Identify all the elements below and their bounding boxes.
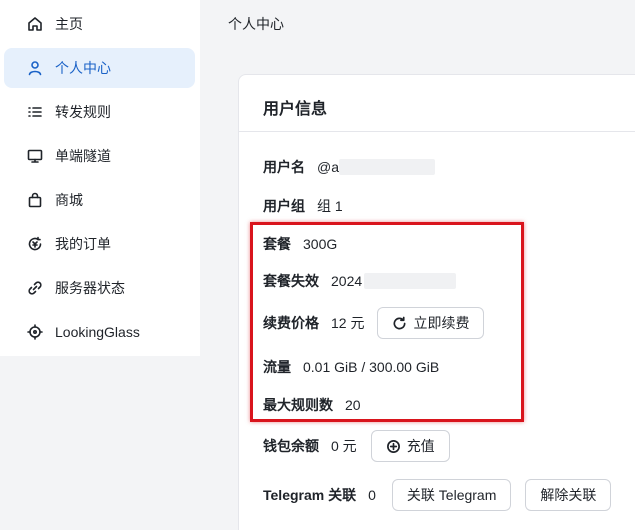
telegram-row: Telegram 关联 0 关联 Telegram 解除关联 (263, 479, 612, 511)
sidebar-item-label: 服务器状态 (55, 280, 125, 296)
sidebar-item-label: 我的订单 (55, 236, 111, 252)
plan-row: 套餐 300G (263, 234, 337, 254)
telegram-bind-button[interactable]: 关联 Telegram (391, 479, 512, 511)
crosshair-icon (26, 323, 44, 341)
card-divider (239, 131, 635, 132)
expire-row: 套餐失效 2024 (263, 271, 457, 291)
sidebar-item-label: 个人中心 (55, 60, 111, 76)
plus-circle-icon (386, 439, 400, 453)
expire-value: 2024 (331, 273, 363, 289)
sidebar-item-shop[interactable]: 商城 (4, 180, 195, 220)
renew-button[interactable]: 立即续费 (377, 307, 485, 339)
plan-value: 300G (303, 236, 338, 252)
max-rules-value: 20 (345, 397, 361, 413)
wallet-label: 钱包余额 (263, 438, 319, 454)
group-label: 用户组 (263, 198, 305, 214)
sidebar-item-label: 主页 (55, 16, 83, 32)
sidebar-item-label: 转发规则 (55, 104, 111, 120)
wallet-row: 钱包余额 0 元 充值 (263, 430, 450, 462)
username-row: 用户名 @a (263, 157, 435, 177)
traffic-value: 0.01 GiB / 300.00 GiB (303, 359, 440, 375)
telegram-unbind-button[interactable]: 解除关联 (525, 479, 612, 511)
user-icon (26, 59, 44, 77)
traffic-label: 流量 (263, 359, 291, 375)
sidebar: 主页 个人中心 转发规则 单端隧道 商城 我的订单 服务器状态 LookingG… (0, 0, 200, 356)
shopping-bag-icon (26, 191, 44, 209)
max-rules-label: 最大规则数 (263, 397, 333, 413)
order-refresh-icon (26, 235, 44, 253)
monitor-icon (26, 147, 44, 165)
renew-price: 12 元 (331, 315, 365, 331)
recharge-button[interactable]: 充值 (370, 430, 450, 462)
expire-label: 套餐失效 (263, 273, 319, 289)
telegram-value: 0 (368, 487, 376, 503)
telegram-label: Telegram 关联 (263, 487, 357, 503)
redaction-mask (339, 159, 435, 175)
redaction-mask (364, 273, 457, 289)
sidebar-item-label: LookingGlass (55, 324, 140, 340)
group-value: 组 1 (317, 198, 343, 214)
renew-button-label: 立即续费 (413, 315, 470, 331)
username-label: 用户名 (263, 159, 305, 175)
wallet-value: 0 元 (331, 438, 357, 454)
renew-label: 续费价格 (263, 315, 319, 331)
sidebar-item-label: 商城 (55, 192, 83, 208)
traffic-row: 流量 0.01 GiB / 300.00 GiB (263, 357, 439, 377)
sidebar-item-home[interactable]: 主页 (4, 4, 195, 44)
recharge-button-label: 充值 (406, 438, 435, 454)
breadcrumb: 个人中心 (228, 16, 284, 32)
card-title: 用户信息 (263, 101, 328, 118)
sidebar-item-lookingglass[interactable]: LookingGlass (4, 312, 195, 352)
refresh-icon (393, 316, 406, 329)
sidebar-item-orders[interactable]: 我的订单 (4, 224, 195, 264)
sidebar-item-server-status[interactable]: 服务器状态 (4, 268, 195, 308)
renew-row: 续费价格 12 元 立即续费 (263, 307, 485, 339)
home-icon (26, 15, 44, 33)
max-rules-row: 最大规则数 20 (263, 395, 361, 415)
sidebar-item-forward-rules[interactable]: 转发规则 (4, 92, 195, 132)
group-row: 用户组 组 1 (263, 196, 343, 216)
sidebar-item-profile[interactable]: 个人中心 (4, 48, 195, 88)
plan-label: 套餐 (263, 236, 291, 252)
username-value: @a (317, 159, 339, 175)
sidebar-item-label: 单端隧道 (55, 148, 111, 164)
list-icon (26, 103, 44, 121)
link-icon (26, 279, 44, 297)
sidebar-item-tunnel[interactable]: 单端隧道 (4, 136, 195, 176)
